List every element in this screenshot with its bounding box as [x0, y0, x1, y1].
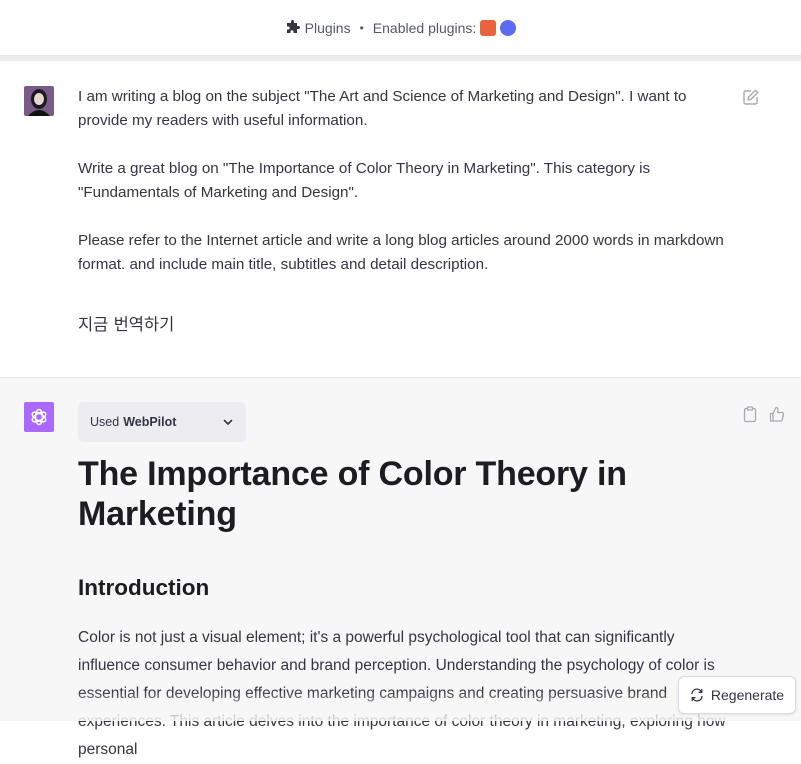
- edit-icon[interactable]: [742, 88, 760, 106]
- refresh-icon: [691, 688, 703, 702]
- assistant-article: The Importance of Color Theory in Market…: [78, 454, 728, 764]
- message-actions: [742, 406, 795, 423]
- plugin-orange-icon[interactable]: [480, 19, 497, 36]
- article-title: The Importance of Color Theory in Market…: [78, 455, 627, 533]
- enabled-plugins-label: Enabled plugins:: [372, 19, 477, 36]
- chevron-down-icon: [223, 419, 233, 425]
- used-webpilot-toggle[interactable]: Used WebPilot: [78, 402, 246, 442]
- section-heading: Introduction: [78, 575, 210, 600]
- plugins-label: Plugins: [304, 19, 351, 36]
- user-paragraph: Please refer to the Internet article and…: [78, 232, 724, 273]
- plugin-webpilot-icon[interactable]: [500, 19, 517, 36]
- user-paragraph: Write a great blog on "The Importance of…: [78, 160, 651, 201]
- thumbs-up-icon[interactable]: [768, 406, 785, 423]
- plugins-indicator[interactable]: Plugins: [285, 19, 351, 36]
- user-paragraph: I am writing a blog on the subject "The …: [78, 88, 687, 129]
- user-message-text: I am writing a blog on the subject "The …: [78, 85, 728, 301]
- assistant-message: Used WebPilot The Importance of Color Th…: [0, 378, 801, 758]
- clipboard-icon[interactable]: [742, 406, 758, 423]
- regenerate-button[interactable]: Regenerate: [678, 676, 796, 714]
- top-bar: Plugins • Enabled plugins:: [0, 0, 801, 56]
- separator-dot: •: [359, 20, 364, 35]
- regenerate-label: Regenerate: [710, 687, 785, 703]
- used-tool-name: WebPilot: [123, 415, 177, 429]
- user-message: I am writing a blog on the subject "The …: [0, 61, 801, 378]
- openai-logo-icon: [24, 402, 54, 432]
- translate-now-link[interactable]: 지금 번역하기: [78, 311, 174, 335]
- puzzle-icon: [286, 19, 300, 33]
- intro-paragraph: Color is not just a visual element; it's…: [78, 629, 726, 758]
- used-prefix: Used: [90, 415, 120, 429]
- avatar: [24, 86, 54, 116]
